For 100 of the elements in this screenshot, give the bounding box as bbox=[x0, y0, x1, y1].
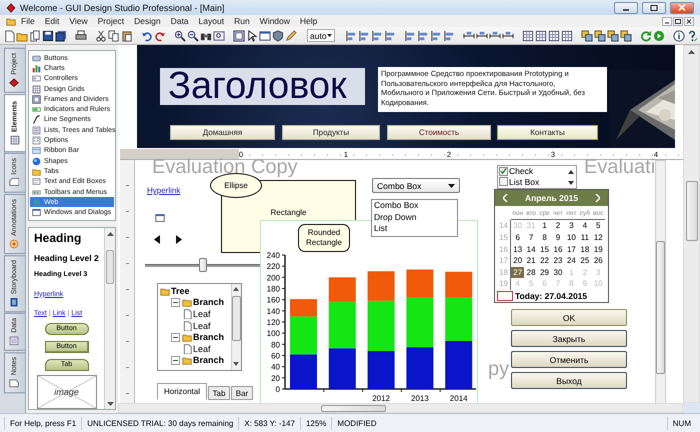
calendar-day[interactable]: 6 bbox=[511, 232, 524, 244]
scrollbar[interactable] bbox=[231, 284, 241, 370]
list-item[interactable]: Combo Box bbox=[374, 200, 455, 212]
image-placeholder[interactable]: image bbox=[36, 374, 96, 409]
maximize-button[interactable] bbox=[642, 2, 666, 14]
prev-month-icon[interactable] bbox=[503, 194, 508, 202]
calendar-day[interactable]: 22 bbox=[538, 255, 552, 267]
align-icon[interactable] bbox=[358, 30, 370, 42]
calendar-day[interactable]: 30 bbox=[551, 266, 565, 278]
pointer-icon[interactable] bbox=[246, 30, 258, 42]
today-label[interactable]: Today: 27.04.2015 bbox=[515, 291, 588, 301]
nav-button[interactable]: Контакты bbox=[497, 125, 598, 140]
play-icon[interactable] bbox=[652, 30, 665, 42]
calendar-day[interactable]: 14 bbox=[524, 244, 538, 256]
zoom-dropdown[interactable]: auto bbox=[307, 29, 335, 42]
next-month-icon[interactable] bbox=[595, 194, 600, 202]
grid-icon[interactable] bbox=[534, 30, 547, 42]
ok-button[interactable]: OK bbox=[511, 309, 627, 326]
exit-button[interactable]: Выход bbox=[511, 372, 627, 389]
size-icon[interactable] bbox=[476, 30, 488, 42]
tree-item[interactable]: Leaf bbox=[193, 320, 211, 331]
heading-sample[interactable]: Heading bbox=[34, 230, 82, 253]
grid-icon[interactable] bbox=[560, 30, 573, 42]
calendar-day[interactable]: 17 bbox=[564, 244, 578, 256]
tree-item[interactable]: Branch bbox=[193, 355, 224, 366]
align-icon[interactable] bbox=[404, 30, 416, 42]
calendar-day[interactable]: 12 bbox=[592, 232, 605, 244]
pages-icon[interactable] bbox=[29, 30, 41, 42]
align-icon[interactable] bbox=[416, 30, 429, 42]
calendar-day[interactable]: 11 bbox=[578, 232, 592, 244]
calendar-day[interactable]: 21 bbox=[524, 255, 538, 267]
calendar-day[interactable]: 5 bbox=[592, 220, 605, 232]
calendar-day[interactable]: 29 bbox=[538, 266, 552, 278]
scissors-icon[interactable] bbox=[95, 30, 107, 42]
menu-item[interactable]: Window bbox=[254, 16, 295, 26]
collapse-icon[interactable] bbox=[171, 298, 180, 307]
calendar-day[interactable]: 15 bbox=[538, 244, 552, 256]
restore-button[interactable] bbox=[673, 16, 683, 26]
list-item[interactable]: List bbox=[374, 223, 455, 234]
calendar-day[interactable]: 7 bbox=[524, 232, 538, 244]
align-icon[interactable] bbox=[344, 30, 357, 42]
calendar-day[interactable]: 23 bbox=[551, 255, 565, 267]
checkbox[interactable] bbox=[499, 177, 508, 186]
layer-icon[interactable] bbox=[594, 30, 606, 42]
calendar-day[interactable]: 27 bbox=[511, 266, 524, 278]
nav-button[interactable]: Продукты bbox=[282, 125, 380, 140]
calendar-day[interactable]: 2 bbox=[551, 220, 565, 232]
menu-item[interactable]: Edit bbox=[40, 16, 64, 26]
info-icon[interactable] bbox=[672, 30, 685, 42]
tree-item[interactable]: Leaf bbox=[193, 308, 211, 319]
scroll-thumb[interactable] bbox=[106, 250, 114, 284]
printer-icon[interactable] bbox=[75, 30, 87, 42]
calendar-day[interactable]: 24 bbox=[564, 255, 578, 267]
calendar-day[interactable]: 28 bbox=[524, 266, 538, 278]
tree-item[interactable]: Branch bbox=[193, 332, 224, 342]
align-icon[interactable] bbox=[384, 30, 396, 42]
align-icon[interactable] bbox=[430, 30, 442, 42]
checkbox[interactable] bbox=[499, 166, 508, 176]
combo-box[interactable]: Combo Box bbox=[372, 178, 460, 193]
copy-icon[interactable] bbox=[108, 30, 120, 42]
size-icon[interactable] bbox=[502, 30, 514, 42]
calendar-day[interactable]: 8 bbox=[538, 232, 552, 244]
scrollbar[interactable] bbox=[655, 160, 666, 403]
frame-icon[interactable] bbox=[233, 30, 245, 42]
layer-icon[interactable] bbox=[580, 30, 593, 42]
size-icon[interactable] bbox=[488, 30, 501, 42]
heading-sample[interactable]: Heading Level 2 bbox=[34, 252, 99, 271]
scroll-thumb[interactable] bbox=[686, 181, 698, 241]
menu-item[interactable]: Run bbox=[229, 16, 255, 26]
minimize-button[interactable] bbox=[662, 16, 672, 26]
grid-icon[interactable] bbox=[548, 30, 560, 42]
pencil-icon[interactable] bbox=[285, 30, 297, 42]
nav-button[interactable]: Стоимость bbox=[387, 125, 491, 140]
calendar-day[interactable]: 26 bbox=[592, 255, 605, 267]
size-icon[interactable] bbox=[462, 30, 475, 42]
refresh-icon[interactable] bbox=[640, 30, 652, 42]
disks-icon[interactable] bbox=[55, 30, 67, 42]
calendar-day[interactable]: 10 bbox=[564, 232, 578, 244]
layer-icon[interactable] bbox=[620, 30, 632, 42]
tree-item[interactable]: Tree bbox=[171, 286, 190, 296]
close-button[interactable] bbox=[684, 16, 694, 26]
calendar-day[interactable]: 19 bbox=[592, 244, 605, 256]
grid-icon[interactable] bbox=[522, 30, 534, 42]
nav-button[interactable]: Домашняя bbox=[170, 125, 275, 140]
zoom-in-icon[interactable] bbox=[174, 30, 186, 42]
align-icon[interactable] bbox=[442, 30, 455, 42]
calendar-day[interactable]: 18 bbox=[578, 244, 592, 256]
calendar-day[interactable]: 1 bbox=[538, 220, 552, 232]
calendar-day[interactable]: 16 bbox=[551, 244, 565, 256]
slider-thumb[interactable] bbox=[198, 258, 206, 272]
zoom-box-icon[interactable] bbox=[213, 30, 225, 42]
calendar-day[interactable]: 13 bbox=[511, 244, 524, 256]
calendar-day[interactable]: 4 bbox=[578, 220, 592, 232]
calendar-day[interactable]: 3 bbox=[564, 220, 578, 232]
collapse-icon[interactable] bbox=[171, 356, 180, 365]
scrollbar[interactable] bbox=[104, 228, 115, 409]
list-item[interactable]: Drop Down bbox=[374, 212, 455, 223]
cancel-button[interactable]: Отменить bbox=[511, 351, 627, 368]
window-icon[interactable] bbox=[259, 30, 271, 42]
scroll-thumb[interactable] bbox=[656, 241, 665, 374]
